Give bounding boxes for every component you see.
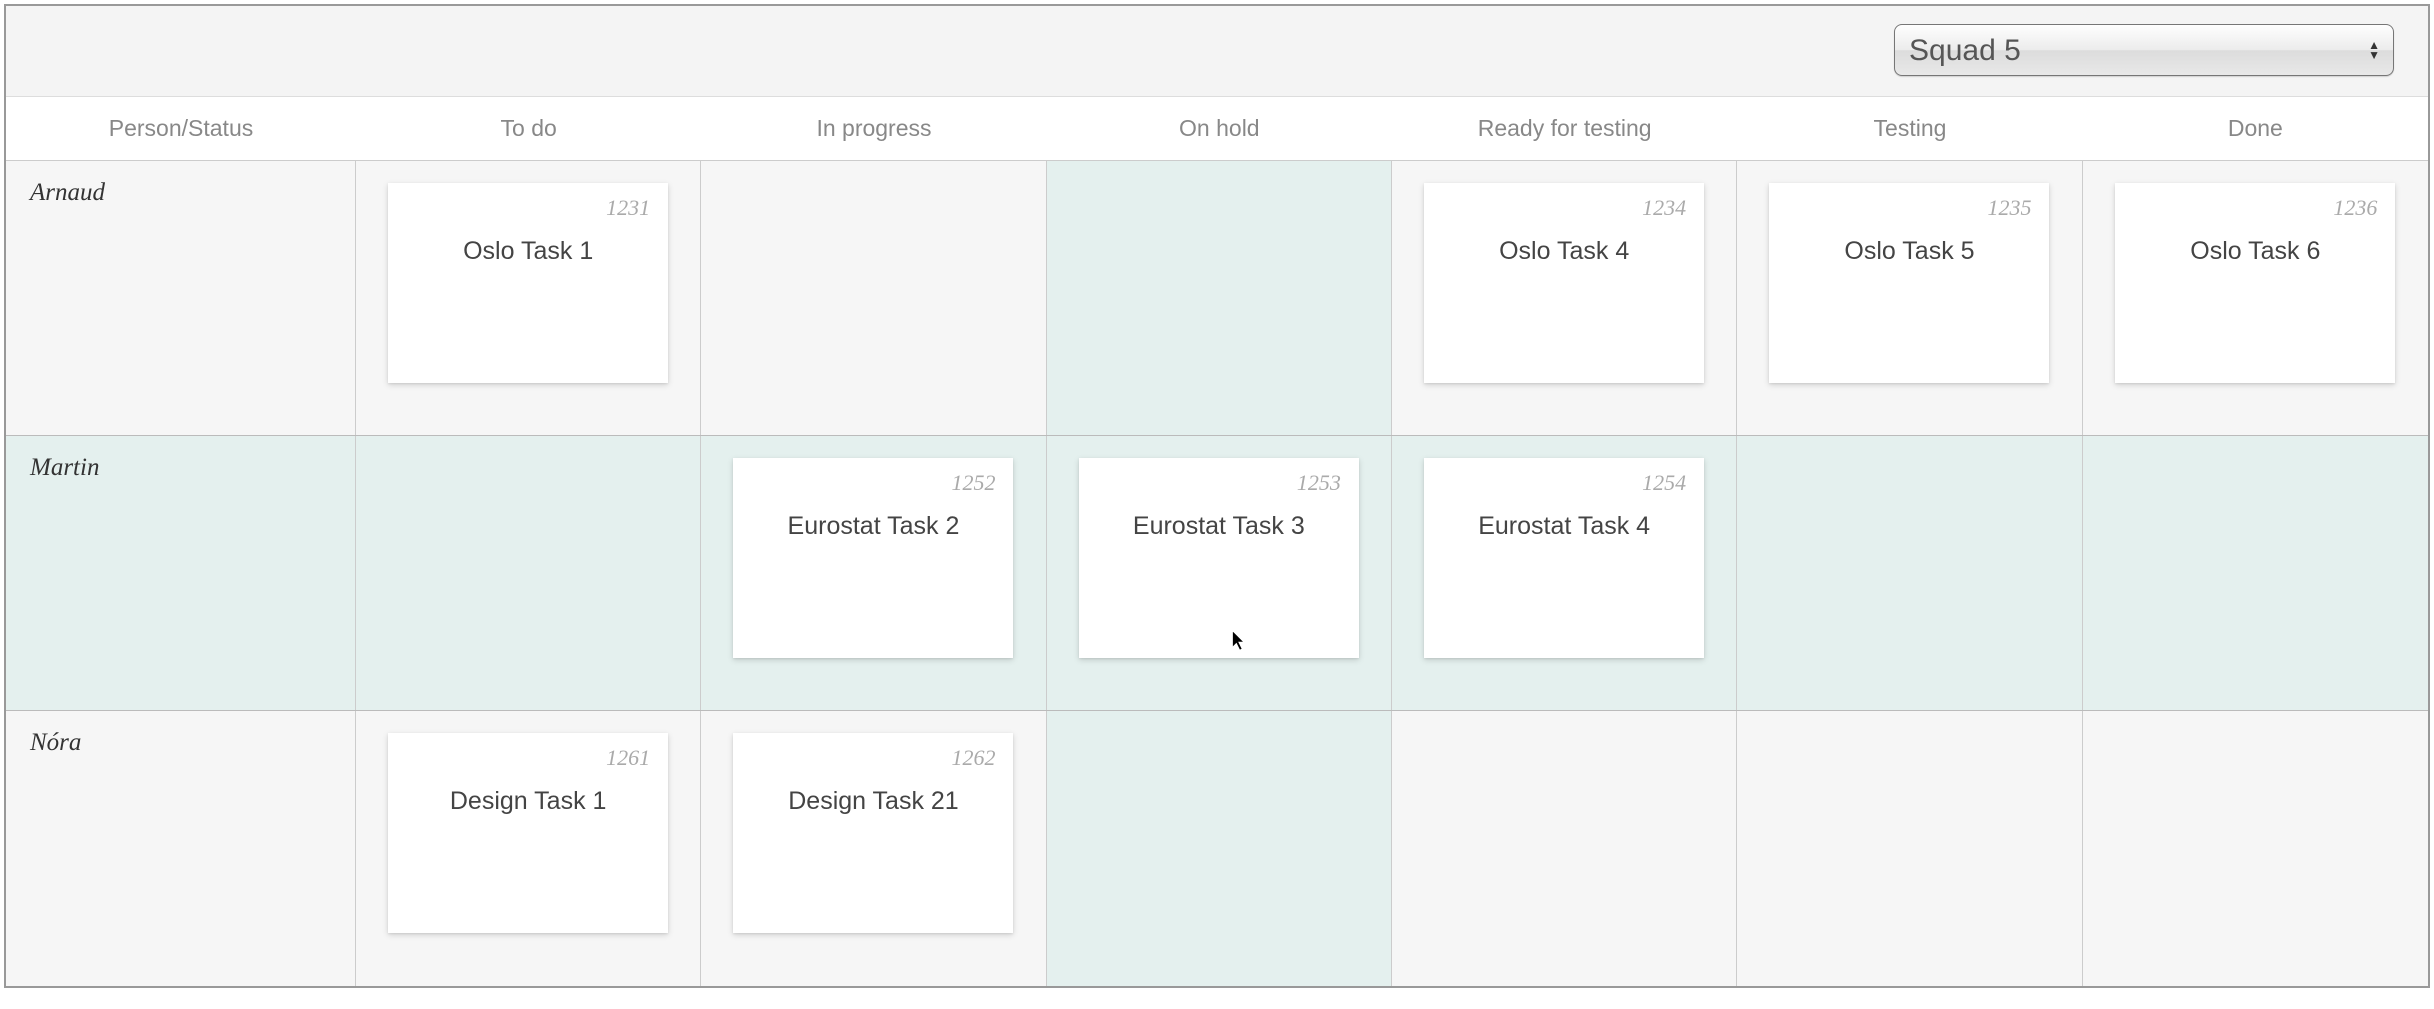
board-cell[interactable]: 1262 Design Task 21 — [701, 711, 1046, 986]
task-id: 1252 — [951, 470, 995, 496]
board-cell[interactable]: 1252 Eurostat Task 2 — [701, 436, 1046, 710]
squad-select-wrap: Squad 5 ▲▼ — [1894, 24, 2394, 76]
column-header-done: Done — [2083, 97, 2428, 160]
toolbar: Squad 5 ▲▼ — [6, 6, 2428, 96]
board-cell[interactable]: 1231 Oslo Task 1 — [356, 161, 701, 435]
board-cell[interactable]: 1253 Eurostat Task 3 — [1047, 436, 1392, 710]
column-header-todo: To do — [356, 97, 701, 160]
column-header-person: Person/Status — [6, 97, 356, 160]
task-title: Oslo Task 6 — [2133, 237, 2377, 266]
column-header-ready: Ready for testing — [1392, 97, 1737, 160]
swimlane-row: Nóra 1261 Design Task 1 1262 Design Task 21 — [6, 711, 2428, 986]
task-id: 1231 — [606, 195, 650, 221]
column-header-testing: Testing — [1737, 97, 2082, 160]
board-cell[interactable] — [356, 436, 701, 710]
kanban-board: Squad 5 ▲▼ Person/Status To do In progre… — [4, 4, 2430, 988]
board-cell[interactable]: 1236 Oslo Task 6 — [2083, 161, 2428, 435]
person-name: Martin — [30, 454, 99, 482]
task-card[interactable]: 1262 Design Task 21 — [733, 733, 1013, 933]
person-cell: Arnaud — [6, 161, 356, 435]
task-card[interactable]: 1252 Eurostat Task 2 — [733, 458, 1013, 658]
task-card[interactable]: 1253 Eurostat Task 3 — [1079, 458, 1359, 658]
column-header-onhold: On hold — [1047, 97, 1392, 160]
task-id: 1253 — [1297, 470, 1341, 496]
task-id: 1234 — [1642, 195, 1686, 221]
board-cell[interactable] — [2083, 711, 2428, 986]
board-cell[interactable] — [1047, 161, 1392, 435]
board-cell[interactable]: 1234 Oslo Task 4 — [1392, 161, 1737, 435]
task-id: 1236 — [2333, 195, 2377, 221]
task-title: Eurostat Task 3 — [1097, 512, 1341, 541]
column-header-row: Person/Status To do In progress On hold … — [6, 96, 2428, 161]
board-cell[interactable]: 1261 Design Task 1 — [356, 711, 701, 986]
column-header-inprogress: In progress — [701, 97, 1046, 160]
board-cell[interactable] — [2083, 436, 2428, 710]
swimlane-row: Arnaud 1231 Oslo Task 1 1234 Oslo Task 4 1235… — [6, 161, 2428, 436]
task-title: Oslo Task 5 — [1787, 237, 2031, 266]
person-name: Arnaud — [30, 179, 105, 207]
person-cell: Martin — [6, 436, 356, 710]
squad-select[interactable]: Squad 5 — [1894, 24, 2394, 76]
board-cell[interactable] — [1737, 436, 2082, 710]
task-title: Design Task 21 — [751, 787, 995, 816]
task-card[interactable]: 1234 Oslo Task 4 — [1424, 183, 1704, 383]
board-cell[interactable]: 1235 Oslo Task 5 — [1737, 161, 2082, 435]
board-cell[interactable]: 1254 Eurostat Task 4 — [1392, 436, 1737, 710]
board-cell[interactable] — [701, 161, 1046, 435]
board-cell[interactable] — [1047, 711, 1392, 986]
task-card[interactable]: 1235 Oslo Task 5 — [1769, 183, 2049, 383]
task-card[interactable]: 1231 Oslo Task 1 — [388, 183, 668, 383]
task-id: 1262 — [951, 745, 995, 771]
task-title: Oslo Task 1 — [406, 237, 650, 266]
board-cell[interactable] — [1737, 711, 2082, 986]
task-id: 1261 — [606, 745, 650, 771]
task-title: Design Task 1 — [406, 787, 650, 816]
person-cell: Nóra — [6, 711, 356, 986]
task-title: Oslo Task 4 — [1442, 237, 1686, 266]
person-name: Nóra — [30, 729, 81, 757]
swimlane-row: Martin 1252 Eurostat Task 2 1253 Eurostat Ta… — [6, 436, 2428, 711]
task-id: 1235 — [1987, 195, 2031, 221]
task-title: Eurostat Task 4 — [1442, 512, 1686, 541]
task-card[interactable]: 1254 Eurostat Task 4 — [1424, 458, 1704, 658]
task-title: Eurostat Task 2 — [751, 512, 995, 541]
board-cell[interactable] — [1392, 711, 1737, 986]
task-card[interactable]: 1236 Oslo Task 6 — [2115, 183, 2395, 383]
task-card[interactable]: 1261 Design Task 1 — [388, 733, 668, 933]
task-id: 1254 — [1642, 470, 1686, 496]
